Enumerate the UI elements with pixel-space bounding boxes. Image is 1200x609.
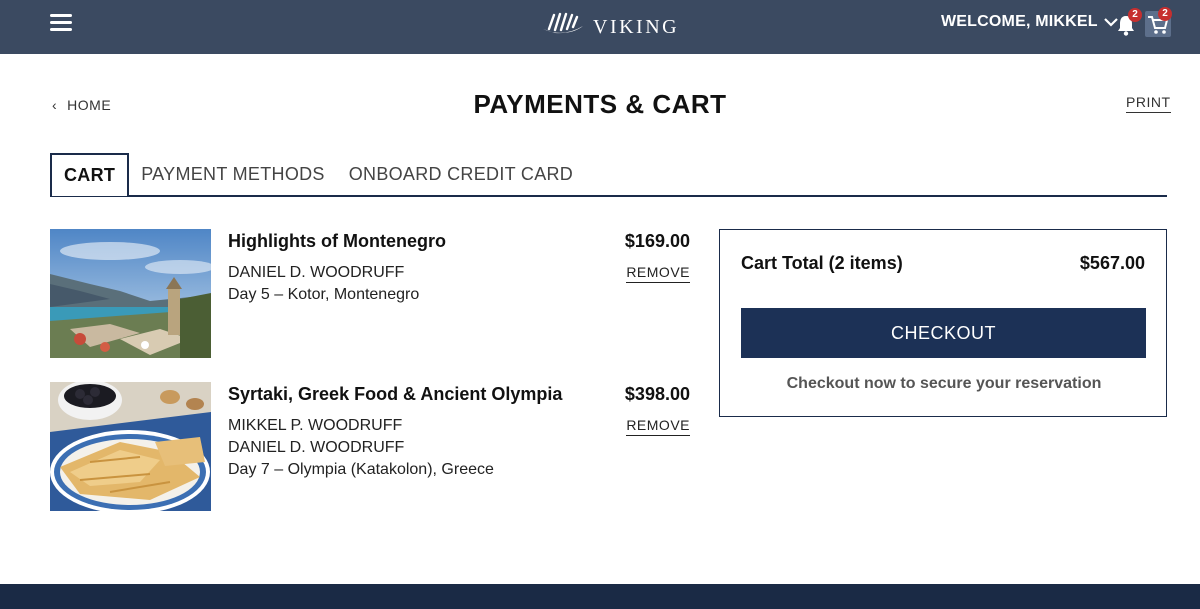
cart-summary: Cart Total (2 items) $567.00 CHECKOUT Ch… [719, 229, 1167, 417]
notification-count-badge: 2 [1128, 8, 1142, 22]
footer-bar [0, 584, 1200, 609]
excursion-title: Syrtaki, Greek Food & Ancient Olympia [228, 384, 563, 404]
viking-logo[interactable]: VIKING [541, 10, 679, 40]
page-title: PAYMENTS & CART [473, 89, 727, 119]
cart-item: Highlights of Montenegro $169.00 DANIEL … [50, 229, 690, 359]
tab-cart[interactable]: CART [50, 153, 130, 196]
menu-icon[interactable] [50, 14, 72, 32]
welcome-text: WELCOME, MIKKEL [941, 13, 1098, 30]
viking-ship-logo-icon [543, 12, 583, 34]
cart-count-badge: 2 [1158, 7, 1172, 21]
excursion-price: $169.00 [624, 231, 690, 251]
excursion-photo [50, 382, 211, 511]
checkout-button[interactable]: CHECKOUT [741, 308, 1146, 358]
account-menu[interactable]: WELCOME, MIKKEL [941, 13, 1118, 31]
cart-total-amount: $567.00 [1079, 253, 1145, 273]
guest-name: MIKKEL P. WOODRUFF [228, 417, 403, 434]
tab-payment-methods[interactable]: PAYMENT METHODS [129, 153, 337, 195]
notifications-button[interactable]: 2 [1116, 8, 1142, 36]
cart-item: Syrtaki, Greek Food & Ancient Olympia $3… [50, 382, 690, 512]
cart-button[interactable]: 2 [1145, 7, 1172, 37]
remove-button[interactable]: REMOVE [626, 264, 690, 283]
tab-onboard-credit-card[interactable]: ONBOARD CREDIT CARD [337, 153, 585, 195]
cart-total-label: Cart Total (2 items) [741, 253, 903, 273]
checkout-note: Checkout now to secure your reservation [786, 375, 1102, 392]
excursion-title: Highlights of Montenegro [228, 231, 446, 251]
excursion-photo [50, 229, 211, 358]
excursion-price: $398.00 [624, 384, 690, 404]
top-navigation-bar: VIKING WELCOME, MIKKEL 2 2 [0, 0, 1200, 54]
print-link[interactable]: PRINT [1126, 94, 1171, 113]
guest-name: DANIEL D. WOODRUFF [228, 264, 405, 281]
excursion-day: Day 7 – Olympia (Katakolon), Greece [228, 461, 494, 478]
tab-bar: CART PAYMENT METHODS ONBOARD CREDIT CARD [50, 153, 1167, 197]
remove-button[interactable]: REMOVE [626, 417, 690, 436]
brand-name: VIKING [593, 15, 680, 38]
excursion-day: Day 5 – Kotor, Montenegro [228, 286, 420, 303]
guest-name: DANIEL D. WOODRUFF [228, 439, 405, 456]
